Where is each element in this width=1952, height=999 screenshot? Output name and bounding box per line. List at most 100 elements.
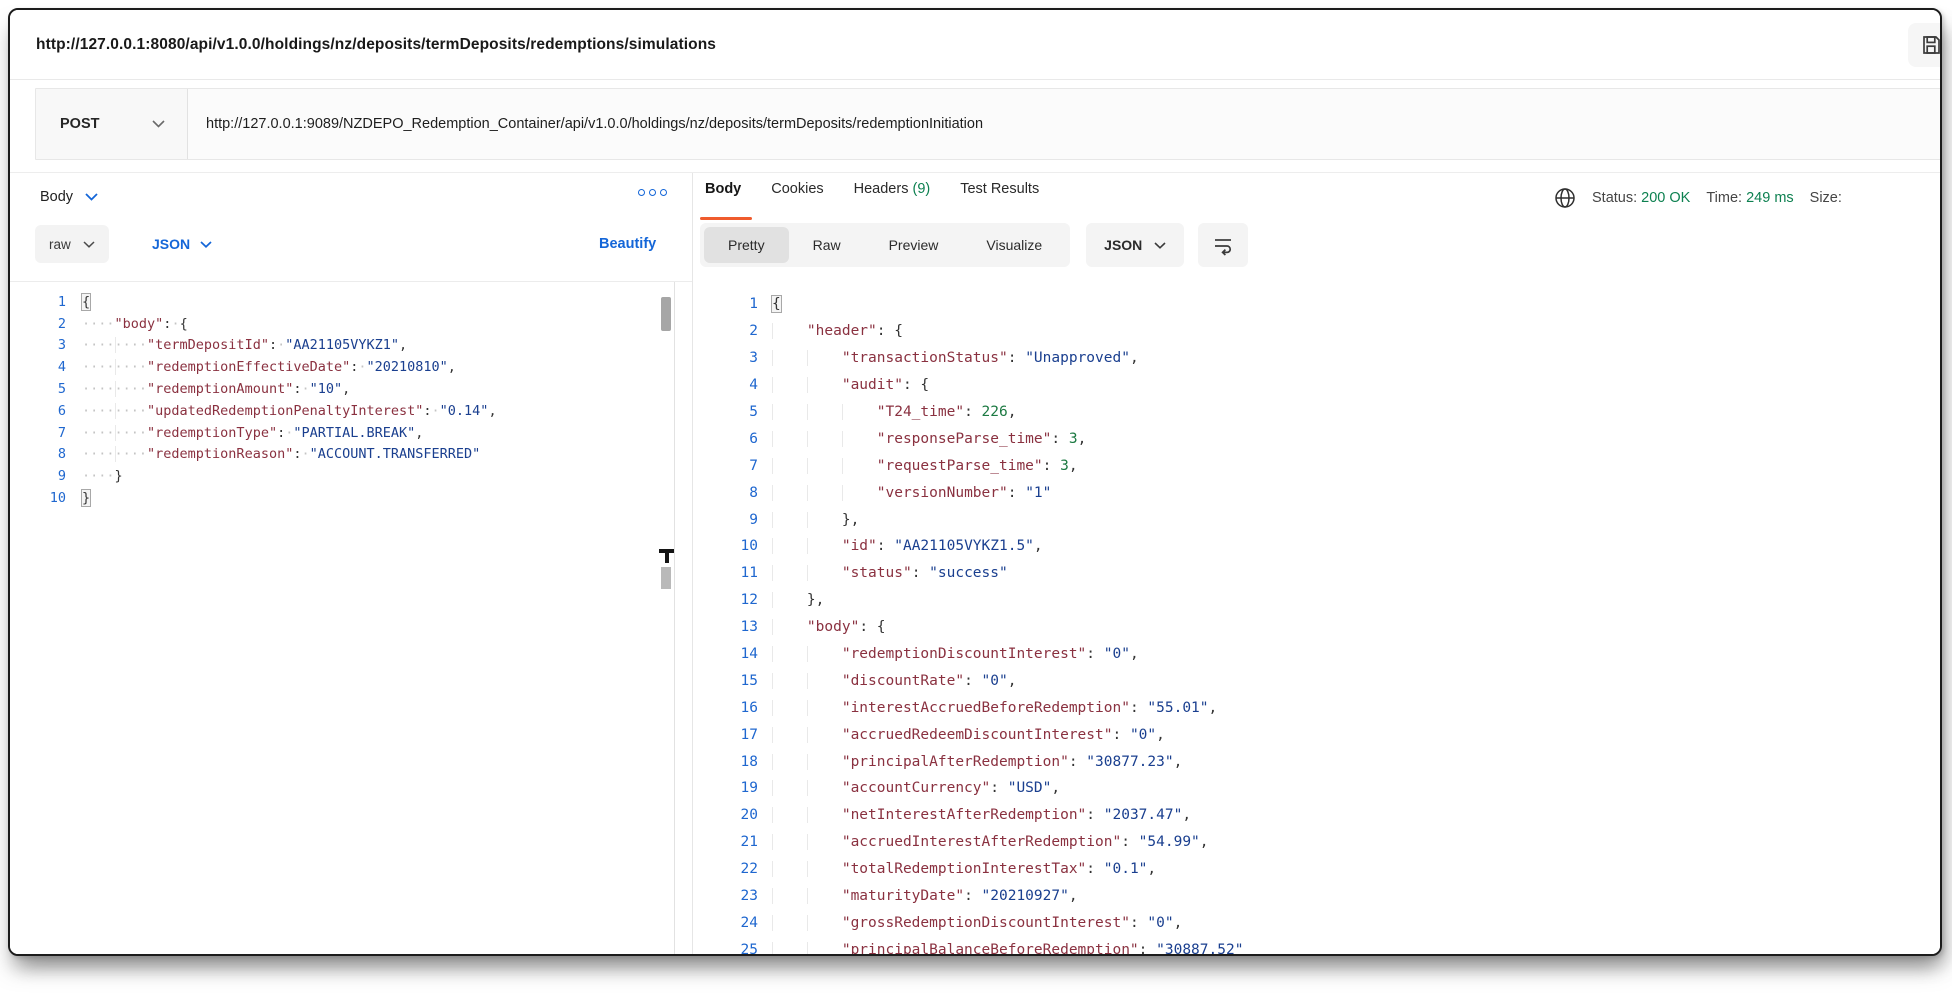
request-language-select[interactable]: JSON (152, 225, 212, 263)
code-line: 10} (10, 487, 674, 509)
response-tabs: Body Cookies Headers (9) Test Results (705, 181, 1039, 199)
wrap-text-button[interactable] (1198, 223, 1248, 267)
time-value: 249 ms (1746, 190, 1794, 206)
code-line: 3········"termDepositId":·"AA21105VYKZ1"… (10, 335, 674, 357)
code-line: 9····} (10, 465, 674, 487)
line-number: 5 (10, 381, 66, 397)
line-number: 15 (693, 673, 758, 689)
line-number: 11 (693, 565, 758, 581)
line-number: 10 (693, 538, 758, 554)
line-number: 7 (10, 425, 66, 441)
line-number: 2 (693, 323, 758, 339)
code-line: 1{ (10, 291, 674, 313)
more-options-icon[interactable] (638, 189, 667, 196)
line-number: 10 (10, 490, 66, 506)
line-number: 18 (693, 754, 758, 770)
tab-cookies-label: Cookies (771, 181, 823, 197)
line-number: 8 (693, 485, 758, 501)
tab-body-label: Body (705, 181, 741, 197)
code-line: 15 "discountRate": "0", (693, 667, 1940, 694)
view-tab-raw[interactable]: Raw (789, 227, 865, 263)
line-number: 9 (10, 468, 66, 484)
time-badge[interactable]: Time: 249 ms (1706, 190, 1793, 206)
chevron-down-icon (85, 193, 98, 201)
code-line: 19 "accountCurrency": "USD", (693, 775, 1940, 802)
code-line: 22 "totalRedemptionInterestTax": "0.1", (693, 856, 1940, 883)
request-editor-border (674, 281, 675, 954)
response-language-select[interactable]: JSON (1086, 223, 1184, 267)
method-select[interactable]: POST (36, 89, 188, 159)
request-url-row: POST http://127.0.0.1:9089/NZDEPO_Redemp… (35, 88, 1942, 160)
line-number: 9 (693, 512, 758, 528)
response-editor[interactable]: 1{2 "header": {3 "transactionStatus": "U… (693, 291, 1940, 954)
code-line: 1{ (693, 291, 1940, 318)
request-url-input[interactable]: http://127.0.0.1:9089/NZDEPO_Redemption_… (188, 89, 1942, 159)
tab-cookies[interactable]: Cookies (771, 181, 823, 199)
line-number: 20 (693, 807, 758, 823)
line-number: 1 (10, 294, 66, 310)
code-line: 13 "body": { (693, 614, 1940, 641)
code-line: 7········"redemptionType":·"PARTIAL.BREA… (10, 422, 674, 444)
code-line: 10 "id": "AA21105VYKZ1.5", (693, 533, 1940, 560)
code-line: 5········"redemptionAmount":·"10", (10, 378, 674, 400)
code-line: 4········"redemptionEffectiveDate":·"202… (10, 356, 674, 378)
response-status-bar: Status: 200 OK Time: 249 ms Size: (1554, 183, 1842, 213)
code-line: 11 "status": "success" (693, 560, 1940, 587)
code-line: 6 "responseParse_time": 3, (693, 425, 1940, 452)
method-label: POST (60, 116, 99, 132)
view-tab-pretty[interactable]: Pretty (704, 227, 789, 263)
code-line: 14 "redemptionDiscountInterest": "0", (693, 641, 1940, 668)
line-number: 7 (693, 458, 758, 474)
request-title-url: http://127.0.0.1:8080/api/v1.0.0/holding… (36, 10, 716, 80)
line-number: 6 (693, 431, 758, 447)
scrollbar-mark (661, 567, 671, 589)
line-number: 23 (693, 888, 758, 904)
tab-test-results-label: Test Results (960, 181, 1039, 197)
main-split: Body raw JSON Beautify (10, 172, 1940, 954)
view-tab-visualize[interactable]: Visualize (962, 227, 1066, 263)
code-line: 17 "accruedRedeemDiscountInterest": "0", (693, 721, 1940, 748)
code-line: 5 "T24_time": 226, (693, 399, 1940, 426)
tab-body[interactable]: Body (705, 181, 741, 199)
code-line: 3 "transactionStatus": "Unapproved", (693, 345, 1940, 372)
top-url-bar: http://127.0.0.1:8080/api/v1.0.0/holding… (10, 10, 1940, 80)
save-button[interactable] (1908, 23, 1942, 67)
code-line: 9 }, (693, 506, 1940, 533)
request-body-section-select[interactable]: Body (40, 181, 98, 213)
size-badge[interactable]: Size: (1810, 190, 1842, 206)
tab-test-results[interactable]: Test Results (960, 181, 1039, 199)
tab-headers[interactable]: Headers (9) (854, 181, 931, 199)
app-window: http://127.0.0.1:8080/api/v1.0.0/holding… (8, 8, 1942, 956)
code-line: 2 "header": { (693, 318, 1940, 345)
code-line: 20 "netInterestAfterRedemption": "2037.4… (693, 802, 1940, 829)
line-number: 8 (10, 446, 66, 462)
code-line: 12 }, (693, 587, 1940, 614)
tab-headers-label: Headers (854, 181, 909, 197)
request-editor[interactable]: 1{2····"body":·{3········"termDepositId"… (10, 291, 674, 954)
line-number: 17 (693, 727, 758, 743)
line-number: 4 (693, 377, 758, 393)
beautify-button[interactable]: Beautify (599, 225, 656, 263)
raw-format-select[interactable]: raw (35, 225, 109, 263)
status-badge[interactable]: Status: 200 OK (1592, 190, 1690, 206)
code-line: 7 "requestParse_time": 3, (693, 452, 1940, 479)
code-line: 16 "interestAccruedBeforeRedemption": "5… (693, 694, 1940, 721)
line-number: 19 (693, 780, 758, 796)
network-globe-icon[interactable] (1554, 187, 1576, 209)
headers-count: (9) (912, 181, 930, 197)
code-line: 6········"updatedRedemptionPenaltyIntere… (10, 400, 674, 422)
code-line: 2····"body":·{ (10, 313, 674, 335)
line-number: 12 (693, 592, 758, 608)
response-view-toolbar: Pretty Raw Preview Visualize JSON (700, 223, 1248, 267)
line-number: 6 (10, 403, 66, 419)
line-number: 3 (10, 337, 66, 353)
code-line: 21 "accruedInterestAfterRedemption": "54… (693, 829, 1940, 856)
code-line: 18 "principalAfterRedemption": "30877.23… (693, 748, 1940, 775)
line-number: 16 (693, 700, 758, 716)
view-tab-preview[interactable]: Preview (865, 227, 963, 263)
code-line: 8 "versionNumber": "1" (693, 479, 1940, 506)
line-number: 13 (693, 619, 758, 635)
raw-format-label: raw (49, 237, 71, 252)
line-number: 5 (693, 404, 758, 420)
size-label: Size: (1810, 190, 1842, 206)
